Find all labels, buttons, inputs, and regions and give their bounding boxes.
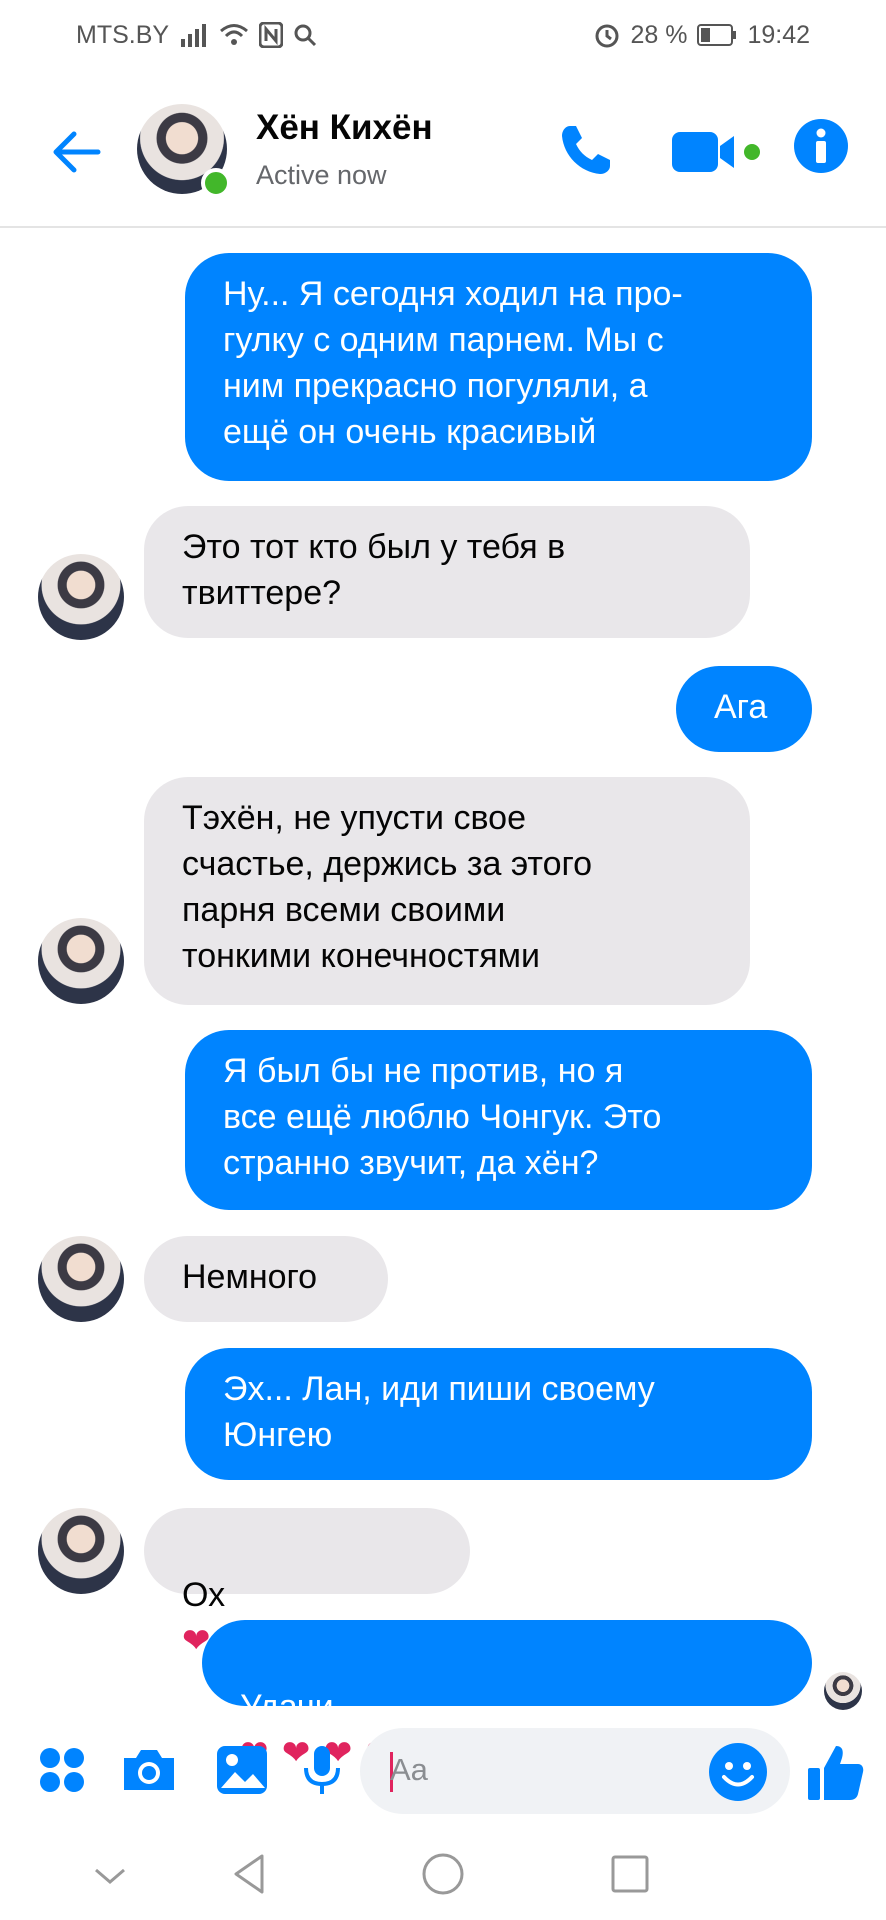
video-call-button[interactable]	[670, 126, 760, 178]
message-composer: Aa	[0, 1718, 886, 1824]
nav-recents-icon	[611, 1855, 649, 1893]
message-outgoing[interactable]: Ну... Я сегодня ходил на про- гулку с од…	[185, 253, 812, 481]
nfc-icon	[259, 22, 284, 48]
contact-name[interactable]: Хён Кихён	[256, 108, 433, 148]
carrier-label: MTS.BY	[76, 20, 170, 49]
message-outgoing[interactable]: Эх... Лан, иди пиши своему Юнгею	[185, 1348, 812, 1480]
message-incoming[interactable]: Ох ❤❤❤❤	[144, 1508, 470, 1660]
smiley-icon	[709, 1743, 767, 1801]
input-placeholder: Aa	[390, 1752, 428, 1787]
battery-percent: 28 %	[630, 20, 688, 49]
status-bar: MTS.BY 28 % 19:42	[0, 0, 886, 70]
nav-back-icon	[234, 1854, 264, 1894]
phone-icon	[562, 126, 610, 174]
sender-avatar	[38, 1236, 124, 1322]
nav-recents-button[interactable]	[600, 1844, 660, 1904]
message-text: Ох	[182, 1576, 226, 1614]
nav-down-icon	[95, 1868, 125, 1884]
more-actions-button[interactable]	[38, 1744, 86, 1796]
back-arrow-icon	[53, 131, 101, 173]
image-icon	[217, 1746, 267, 1794]
nav-back-button[interactable]	[222, 1844, 282, 1904]
nav-home-icon	[422, 1853, 464, 1895]
seen-indicator-avatar	[824, 1672, 862, 1710]
contact-status: Active now	[256, 160, 387, 190]
back-button[interactable]	[48, 124, 104, 180]
chat-header: Хён Кихён Active now	[0, 90, 886, 228]
nav-home-button[interactable]	[413, 1844, 473, 1904]
signal-icon	[179, 23, 209, 47]
emoji-button[interactable]	[708, 1742, 768, 1802]
microphone-icon	[304, 1746, 340, 1794]
system-nav-bar	[0, 1830, 886, 1920]
like-button[interactable]	[806, 1742, 866, 1802]
alarm-icon	[594, 22, 620, 48]
sender-avatar	[38, 918, 124, 1004]
message-incoming[interactable]: Тэхён, не упусти свое счастье, держись з…	[144, 777, 750, 1005]
grid-icon	[40, 1748, 84, 1792]
thumbs-up-icon	[808, 1746, 864, 1800]
clock: 19:42	[747, 20, 810, 49]
message-input[interactable]: Aa	[360, 1728, 790, 1814]
nav-hide-keyboard-button[interactable]	[80, 1844, 140, 1904]
info-icon	[794, 119, 848, 173]
audio-call-button[interactable]	[556, 120, 616, 180]
video-camera-icon	[672, 132, 760, 172]
message-incoming[interactable]: Немного	[144, 1236, 388, 1322]
online-indicator	[201, 168, 231, 198]
camera-button[interactable]	[120, 1744, 178, 1796]
search-icon	[293, 23, 317, 47]
message-incoming[interactable]: Это тот кто был у тебя в твиттере?	[144, 506, 750, 638]
info-button[interactable]	[793, 118, 849, 174]
wifi-icon	[219, 23, 249, 47]
messenger-screen: MTS.BY 28 % 19:42 Хён Кихён Active now Н…	[0, 0, 886, 1920]
voice-message-button[interactable]	[300, 1744, 344, 1796]
gallery-button[interactable]	[215, 1744, 269, 1796]
message-outgoing[interactable]: Ага	[676, 666, 812, 752]
sender-avatar	[38, 554, 124, 640]
battery-icon	[697, 24, 737, 46]
message-outgoing[interactable]: Удачи ❤ ❤ ❤ ❤ ❤ ❤ ❤	[202, 1620, 812, 1772]
camera-icon	[124, 1750, 174, 1790]
sender-avatar	[38, 1508, 124, 1594]
message-outgoing[interactable]: Я был бы не против, но я все ещё люблю Ч…	[185, 1030, 812, 1210]
contact-avatar[interactable]	[137, 104, 231, 198]
